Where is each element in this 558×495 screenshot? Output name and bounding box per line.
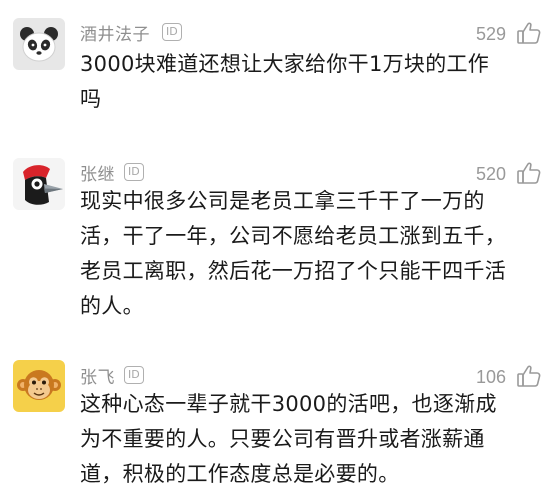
id-badge: ID xyxy=(162,23,182,41)
comment-author[interactable]: 张飞 xyxy=(80,363,115,388)
like-count: 529 xyxy=(475,24,506,44)
thumbs-up-icon[interactable] xyxy=(516,160,542,186)
woodpecker-avatar-icon[interactable] xyxy=(13,158,65,210)
comment-author[interactable]: 酒井法子 xyxy=(80,20,150,45)
like-count: 106 xyxy=(475,367,506,387)
comment-text: 3000块难道还想让大家给你干1万块的工作吗 xyxy=(80,52,490,111)
thumbs-up-icon[interactable] xyxy=(516,20,542,46)
id-badge: ID xyxy=(124,366,144,384)
comment-text: 这种心态一辈子就干3000的活吧，也逐渐成为不重要的人。只要公司有晋升或者涨薪通… xyxy=(80,392,497,486)
like-count: 520 xyxy=(475,164,506,184)
panda-avatar-icon[interactable] xyxy=(13,18,65,70)
id-badge: ID xyxy=(124,163,144,181)
comment-author[interactable]: 张继 xyxy=(80,160,115,185)
monkey-avatar-icon[interactable] xyxy=(13,360,65,412)
thumbs-up-icon[interactable] xyxy=(516,363,542,389)
comment-list: 酒井法子 ID 529 3000块难道还想让大家给你干1万块的工作吗 张继 ID xyxy=(0,0,558,495)
comment-text: 现实中很多公司是老员工拿三千干了一万的活，干了一年，公司不愿给老员工涨到五千，老… xyxy=(80,189,506,318)
